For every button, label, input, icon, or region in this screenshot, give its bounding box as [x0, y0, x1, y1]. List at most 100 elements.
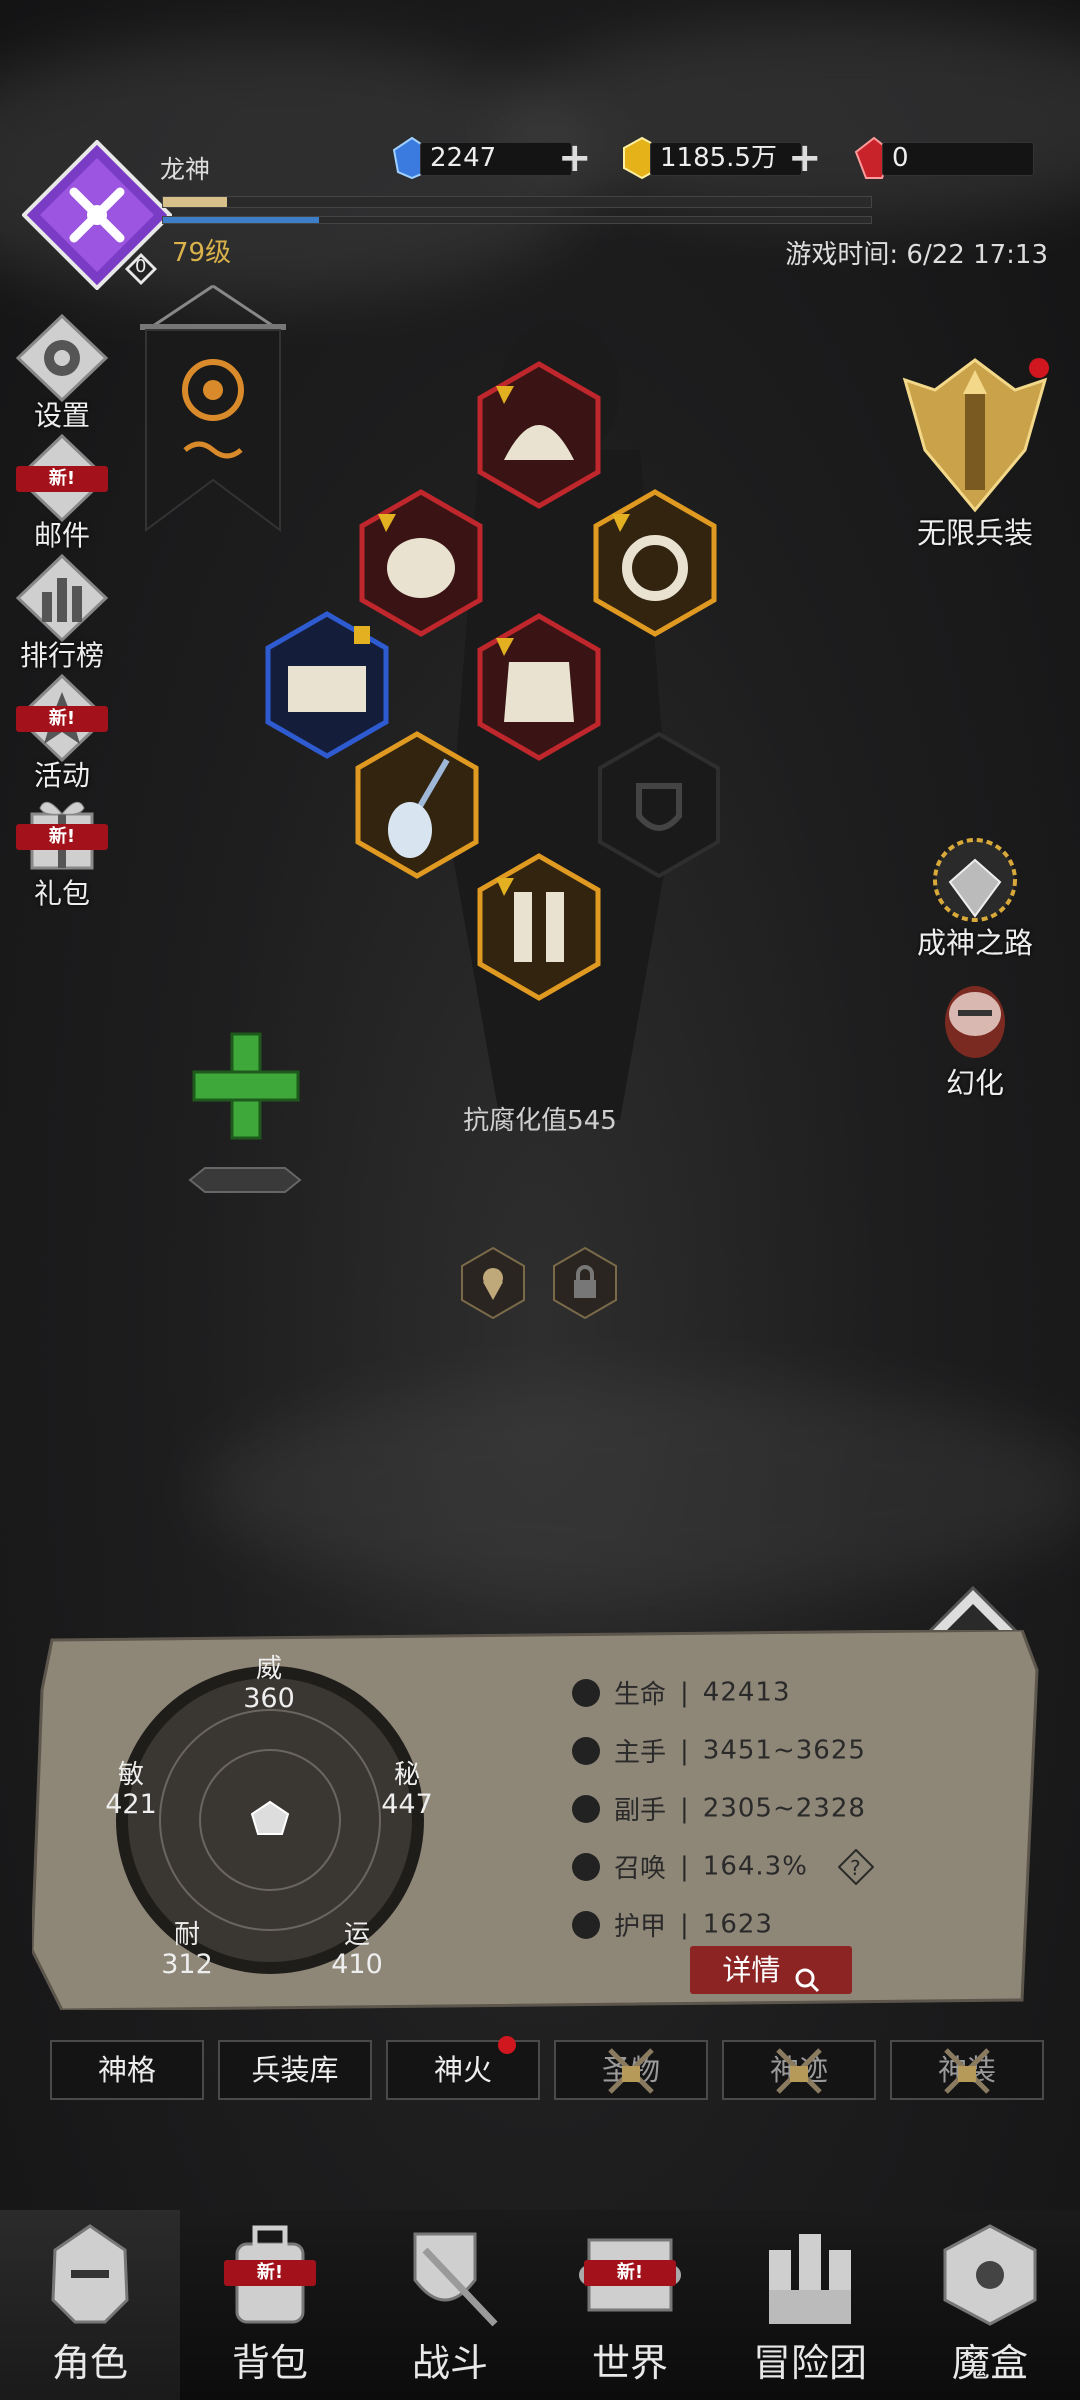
player-name: 龙神: [160, 155, 211, 184]
backpack-new-badge: 新!: [224, 2260, 316, 2286]
nav-adventure-group[interactable]: 冒险团: [720, 2210, 900, 2400]
equip-slot-armor[interactable]: [474, 612, 604, 762]
add-blue-gem-button[interactable]: +: [558, 138, 592, 178]
tab-divine-fire[interactable]: 神火: [386, 2036, 540, 2100]
gold-gem-value: 1185.5万: [660, 143, 777, 173]
stats-panel: 威 360 秘 447 运 410 耐 312 敏 421 生命 | 42413 主…: [32, 1630, 1044, 2010]
attr-agility-label: 敏: [117, 1760, 144, 1790]
world-new-badge: 新!: [584, 2260, 676, 2286]
equip-slot-boots[interactable]: [474, 852, 604, 1002]
attr-arcane-value: 447: [381, 1789, 433, 1820]
gift-new-badge: 新!: [16, 824, 108, 850]
location-button[interactable]: [460, 1246, 526, 1320]
attr-might-value: 360: [243, 1683, 295, 1714]
stat-row-main-hand: 主手 | 3451~3625: [572, 1732, 866, 1772]
infinite-arms-icon: [902, 358, 1049, 513]
bottom-nav: 角色 新! 背包 战斗 新! 世界 冒险团 魔盒: [0, 2210, 1080, 2400]
attr-arcane: 秘 447: [372, 1760, 442, 1820]
detail-button[interactable]: 详情: [690, 1946, 852, 1994]
attr-agility-value: 421: [105, 1789, 157, 1820]
magic-box-icon: [943, 2224, 1037, 2326]
attr-luck-label: 运: [343, 1920, 370, 1950]
chain-lock-icon: [944, 2048, 990, 2112]
godhood-path-button[interactable]: 成神之路: [890, 830, 1060, 962]
ranking-icon: [15, 553, 109, 643]
stat-armor-label: 护甲: [614, 1912, 667, 1942]
nav-world-label: 世界: [591, 2341, 668, 2385]
castle-icon: [769, 2234, 851, 2324]
tab-divine-fire-label: 神火: [433, 2053, 492, 2087]
transform-button[interactable]: 幻化: [900, 980, 1050, 1102]
equip-slot-hat[interactable]: [474, 360, 604, 510]
attr-might-label: 威: [255, 1654, 282, 1684]
chain-lock-icon: [776, 2048, 822, 2112]
blue-gem-value: 2247: [430, 143, 497, 173]
notification-dot: [498, 2036, 516, 2054]
stat-summon-label: 召唤: [614, 1854, 667, 1884]
helmet-icon: [51, 2224, 129, 2324]
lock-icon: [553, 1246, 617, 1320]
exp-bar: [162, 196, 872, 208]
add-companion-button[interactable]: [180, 1030, 310, 1220]
tab-divine-gear[interactable]: 神装: [890, 2040, 1044, 2100]
nav-adventure-group-label: 冒险团: [752, 2341, 867, 2385]
main-hand-icon: [572, 1736, 600, 1765]
tab-relic[interactable]: 圣物: [554, 2040, 708, 2100]
event-menu-item[interactable]: 新! 活动: [2, 672, 122, 794]
stat-main-hand-label: 主手: [614, 1738, 667, 1768]
summon-icon: [572, 1852, 600, 1881]
attr-luck: 运 410: [322, 1920, 392, 1980]
godhood-path-label: 成神之路: [916, 926, 1033, 960]
add-gold-gem-button[interactable]: +: [788, 138, 822, 178]
nav-character-label: 角色: [51, 2341, 128, 2385]
chain-lock-icon: [608, 2048, 654, 2112]
nav-battle-label: 战斗: [411, 2341, 488, 2385]
nav-backpack-label: 背包: [231, 2341, 308, 2385]
stat-hp-label: 生命: [614, 1680, 667, 1710]
detail-label: 详情: [722, 1953, 781, 1987]
tab-miracle[interactable]: 神迹: [722, 2040, 876, 2100]
stat-off-hand-value: 2305~2328: [702, 1793, 866, 1824]
stat-summon-value: 164.3%: [702, 1851, 808, 1882]
stat-row-armor: 护甲 | 1623: [572, 1906, 773, 1946]
svg-text:?: ?: [850, 1856, 861, 1880]
corruption-resist-value: 抗腐化值545: [463, 1106, 617, 1136]
attr-might: 威 360: [234, 1654, 304, 1714]
nav-magic-box-label: 魔盒: [951, 2341, 1028, 2385]
tab-arsenal[interactable]: 兵装库: [218, 2040, 372, 2100]
settings-menu-item[interactable]: 设置: [2, 312, 122, 434]
nav-world[interactable]: 新! 世界: [540, 2210, 720, 2400]
attr-endurance-value: 312: [161, 1949, 213, 1980]
nav-battle[interactable]: 战斗: [360, 2210, 540, 2400]
gear-icon: [15, 313, 109, 403]
lock-button[interactable]: [552, 1246, 618, 1320]
equip-slot-ring[interactable]: [590, 488, 720, 638]
stat-row-summon: 召唤 | 164.3% ?: [572, 1848, 875, 1888]
game-time: 游戏时间: 6/22 17:13: [785, 240, 1048, 270]
gift-menu-item[interactable]: 新! 礼包: [2, 790, 122, 912]
stat-armor-value: 1623: [702, 1909, 773, 1940]
heart-icon: [572, 1678, 600, 1707]
equip-slot-weapon[interactable]: [352, 730, 482, 880]
stat-hp-value: 42413: [702, 1677, 791, 1708]
help-icon[interactable]: ?: [837, 1848, 875, 1885]
nav-character[interactable]: 角色: [0, 2210, 180, 2400]
guild-banner[interactable]: [140, 280, 286, 540]
equip-slot-offhand-empty[interactable]: [594, 730, 724, 880]
shield-sword-icon: [413, 2232, 498, 2327]
armor-icon: [572, 1910, 600, 1939]
ranking-menu-item[interactable]: 排行榜: [2, 552, 122, 674]
nav-backpack[interactable]: 新! 背包: [180, 2210, 360, 2400]
mp-bar: [162, 216, 872, 224]
nav-magic-box[interactable]: 魔盒: [900, 2210, 1080, 2400]
currency-blue: 2247 +: [390, 136, 600, 180]
off-hand-icon: [572, 1794, 600, 1823]
mail-menu-item[interactable]: 新! 邮件: [2, 432, 122, 554]
godhood-path-icon: [933, 838, 1017, 922]
infinite-arms-button[interactable]: 无限兵装: [880, 350, 1070, 552]
transform-label: 幻化: [945, 1066, 1004, 1100]
player-level: 79级: [172, 238, 232, 268]
transform-icon: [945, 986, 1005, 1058]
tab-divinity[interactable]: 神格: [50, 2040, 204, 2100]
event-new-badge: 新!: [16, 706, 108, 732]
